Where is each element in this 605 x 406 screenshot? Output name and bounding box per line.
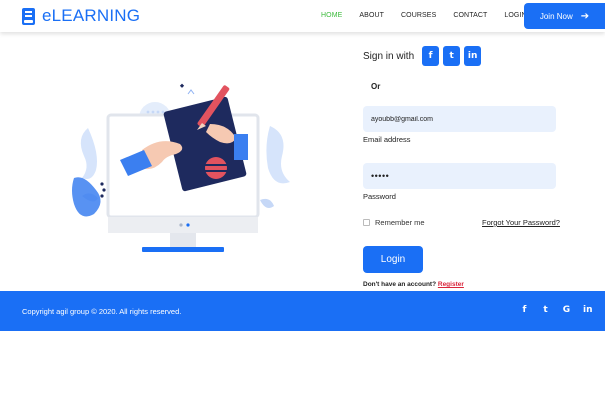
join-now-label: Join Now	[539, 11, 573, 21]
facebook-icon[interactable]: f	[520, 305, 529, 315]
remember-me-label: Remember me	[375, 218, 425, 227]
social-signin: Sign in with f t in	[363, 46, 485, 66]
e-learning-illustration	[72, 83, 290, 252]
password-label: Password	[363, 192, 396, 201]
footer-social-links: f t G in	[520, 305, 604, 315]
twitter-icon[interactable]: t	[541, 305, 550, 315]
join-now-button[interactable]: Join Now ➔	[524, 3, 605, 29]
header: eLEARNING HOME ABOUT COURSES CONTACT LOG…	[0, 0, 605, 32]
login-button[interactable]: Login	[363, 246, 423, 273]
no-account-text: Don't have an account?	[363, 281, 437, 288]
remember-me-checkbox[interactable]	[363, 219, 370, 226]
nav-courses[interactable]: COURSES	[401, 12, 436, 19]
remember-me[interactable]: Remember me	[363, 218, 425, 227]
register-prompt: Don't have an account? Register	[363, 281, 464, 288]
linkedin-signin-button[interactable]: in	[464, 46, 482, 66]
twitter-signin-button[interactable]: t	[443, 46, 461, 66]
copyright-text: Copyright agil group © 2020. All rights …	[22, 307, 182, 316]
twitter-icon: t	[449, 51, 454, 61]
main-nav: HOME ABOUT COURSES CONTACT LOGIN	[321, 12, 544, 19]
linkedin-icon: in	[467, 51, 478, 61]
logo[interactable]: eLEARNING	[22, 6, 140, 26]
facebook-signin-button[interactable]: f	[422, 46, 440, 66]
book-icon	[22, 7, 35, 25]
password-field[interactable]	[363, 163, 556, 189]
nav-home[interactable]: HOME	[321, 12, 342, 19]
register-link[interactable]: Register	[438, 281, 464, 288]
footer: Copyright agil group © 2020. All rights …	[0, 291, 605, 331]
google-icon[interactable]: G	[562, 305, 571, 315]
forgot-password-link[interactable]: Forgot Your Password?	[482, 218, 560, 227]
linkedin-icon[interactable]: in	[583, 305, 593, 315]
signin-label: Sign in with	[363, 50, 415, 62]
logo-text: eLEARNING	[42, 6, 141, 25]
arrow-right-icon: ➔	[580, 10, 590, 22]
facebook-icon: f	[428, 51, 433, 61]
nav-contact[interactable]: CONTACT	[453, 12, 487, 19]
email-label: Email address	[363, 135, 411, 144]
nav-about[interactable]: ABOUT	[359, 12, 384, 19]
or-divider: Or	[371, 82, 381, 91]
email-field[interactable]	[363, 106, 556, 132]
